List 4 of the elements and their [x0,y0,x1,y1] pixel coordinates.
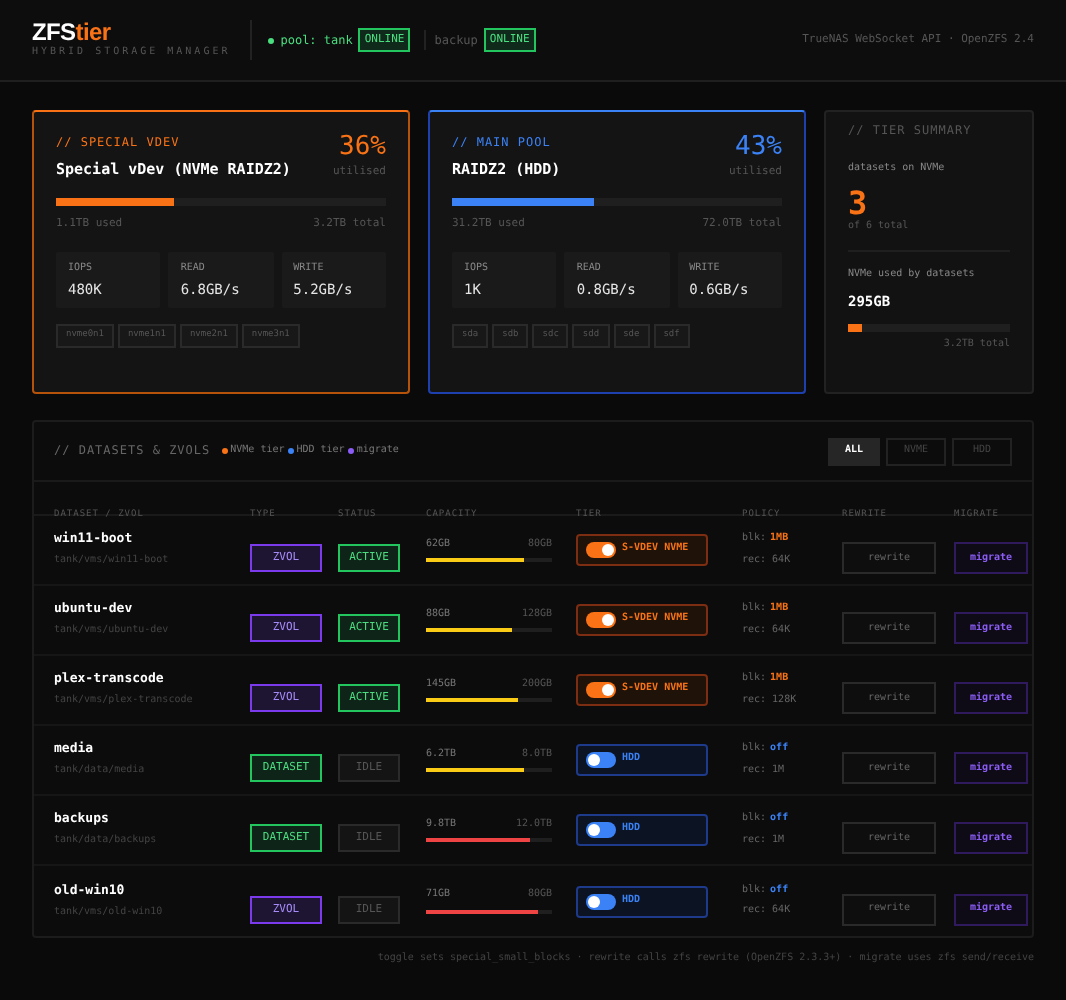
usage-percent: 43% [735,134,782,162]
count-value: 3 [848,187,868,219]
usage-percent: 36% [339,134,386,162]
app-logo: ZFStier [32,19,113,46]
